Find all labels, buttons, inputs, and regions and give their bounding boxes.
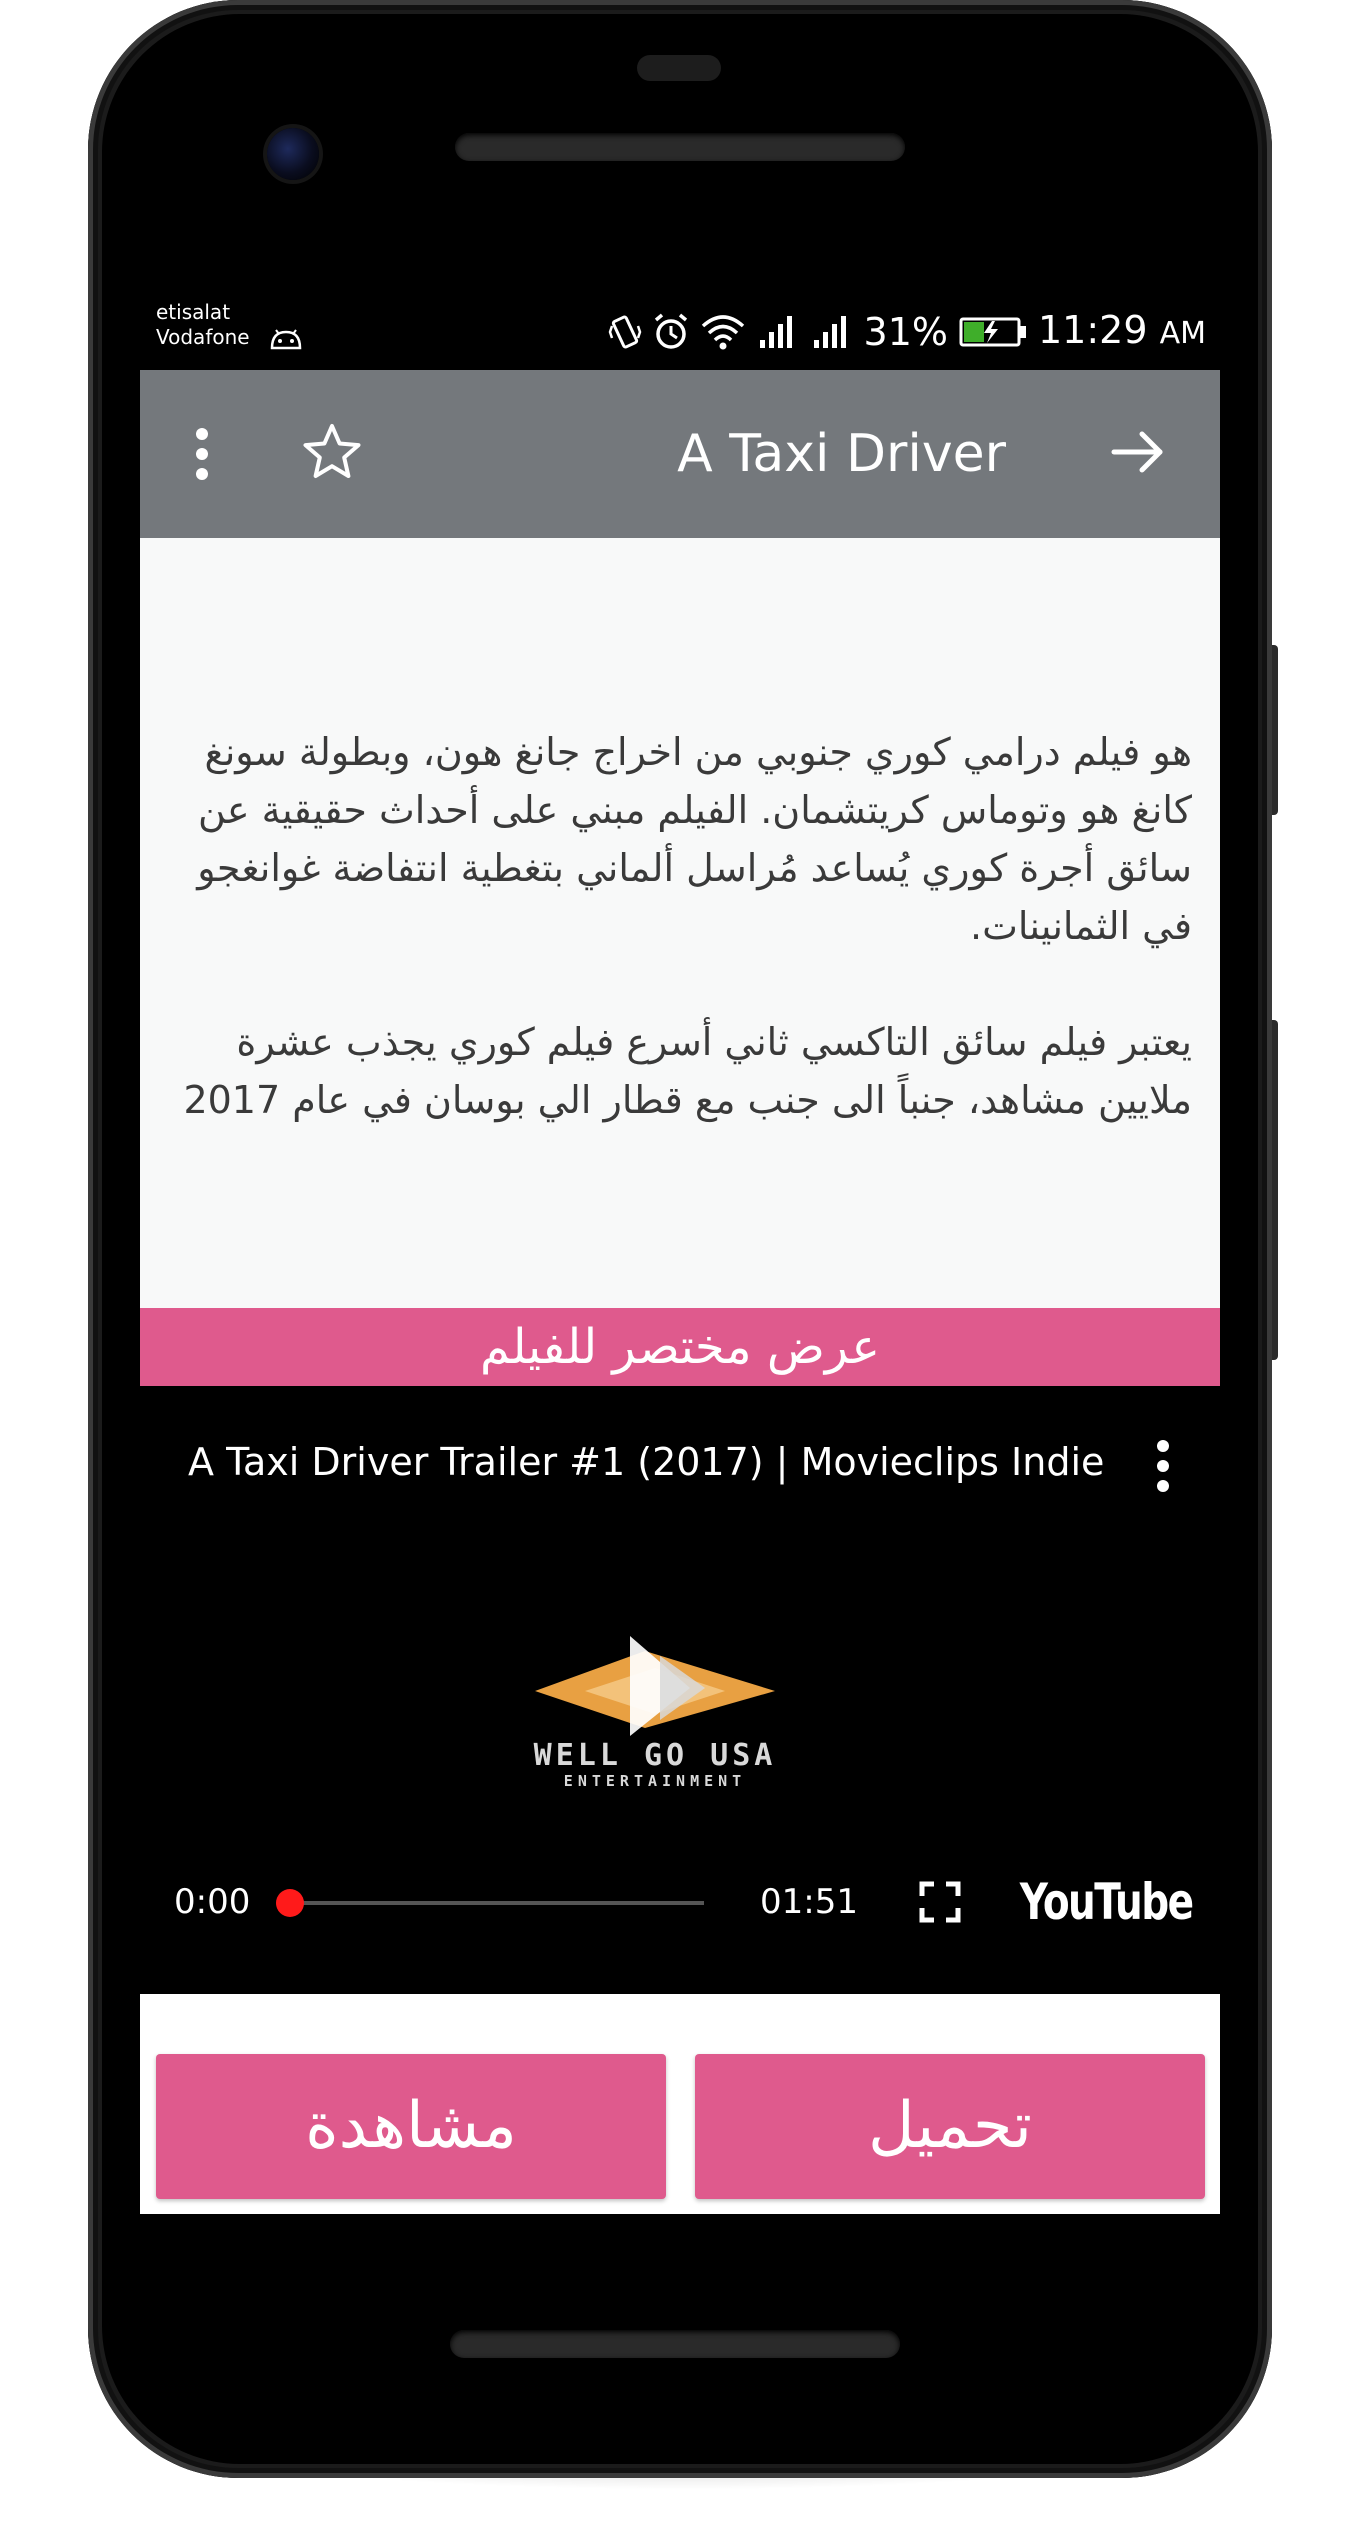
earpiece-speaker xyxy=(455,133,905,161)
video-player[interactable]: A Taxi Driver Trailer #1 (2017) | Moviec… xyxy=(140,1386,1220,1994)
carrier-line-1: etisalat xyxy=(156,300,231,324)
battery-percent: 31% xyxy=(863,310,948,354)
studio-logo-mark xyxy=(535,1636,775,1736)
logo-line-1: WELL GO USA xyxy=(533,1738,777,1773)
status-icons: 31% 11:29 AM xyxy=(608,304,1206,360)
video-more-icon[interactable] xyxy=(1154,1438,1172,1498)
favorite-star-icon[interactable] xyxy=(302,422,362,486)
fullscreen-icon[interactable] xyxy=(918,1880,962,1928)
sensor-slot xyxy=(637,55,721,81)
clock-ampm: AM xyxy=(1159,316,1206,351)
download-button[interactable]: تحميل xyxy=(695,2054,1205,2199)
logo-line-2: ENTERTAINMENT xyxy=(563,1772,747,1790)
alarm-icon xyxy=(652,312,690,352)
status-bar: etisalat Vodafone 31% 11:29 AM xyxy=(140,292,1220,370)
progress-track[interactable] xyxy=(290,1901,704,1905)
screen: etisalat Vodafone 31% 11:29 AM A Taxi Dr… xyxy=(140,292,1220,2214)
overflow-menu-icon[interactable] xyxy=(192,426,212,486)
duration: 01:51 xyxy=(760,1882,858,1922)
android-debug-icon xyxy=(268,328,304,354)
clock-time: 11:29 xyxy=(1037,308,1148,352)
wifi-icon xyxy=(700,312,746,352)
description-paragraph-1: هو فيلم درامي كوري جنوبي من اخراج جانغ ه… xyxy=(197,730,1192,948)
carrier-label: etisalat Vodafone xyxy=(156,300,250,350)
app-bar: A Taxi Driver xyxy=(140,370,1220,538)
studio-logo: WELL GO USA ENTERTAINMENT xyxy=(525,1636,785,1796)
bottom-speaker xyxy=(450,2330,900,2358)
battery-charging-icon xyxy=(958,314,1028,350)
progress-thumb[interactable] xyxy=(276,1889,304,1917)
signal-icon-sim1 xyxy=(756,312,800,352)
signal-icon-sim2 xyxy=(810,312,854,352)
clock: 11:29 AM xyxy=(1038,302,1206,362)
back-arrow-icon[interactable] xyxy=(1108,422,1168,486)
description-paragraph-2: يعتبر فيلم سائق التاكسي ثاني أسرع فيلم ك… xyxy=(183,1020,1192,1122)
carrier-line-2: Vodafone xyxy=(156,325,250,349)
youtube-logo[interactable]: YouTube xyxy=(1019,1872,1193,1932)
page-title: A Taxi Driver xyxy=(677,424,1006,484)
video-title[interactable]: A Taxi Driver Trailer #1 (2017) | Moviec… xyxy=(188,1438,1104,1486)
trailer-section-header: عرض مختصر للفيلم xyxy=(140,1308,1220,1386)
current-time: 0:00 xyxy=(174,1882,251,1922)
action-bar: مشاهدة تحميل xyxy=(140,1994,1220,2214)
watch-button[interactable]: مشاهدة xyxy=(156,2054,666,2199)
front-camera xyxy=(267,128,319,180)
vibrate-icon xyxy=(608,312,642,352)
description-panel[interactable]: هو فيلم درامي كوري جنوبي من اخراج جانغ ه… xyxy=(140,538,1220,1308)
